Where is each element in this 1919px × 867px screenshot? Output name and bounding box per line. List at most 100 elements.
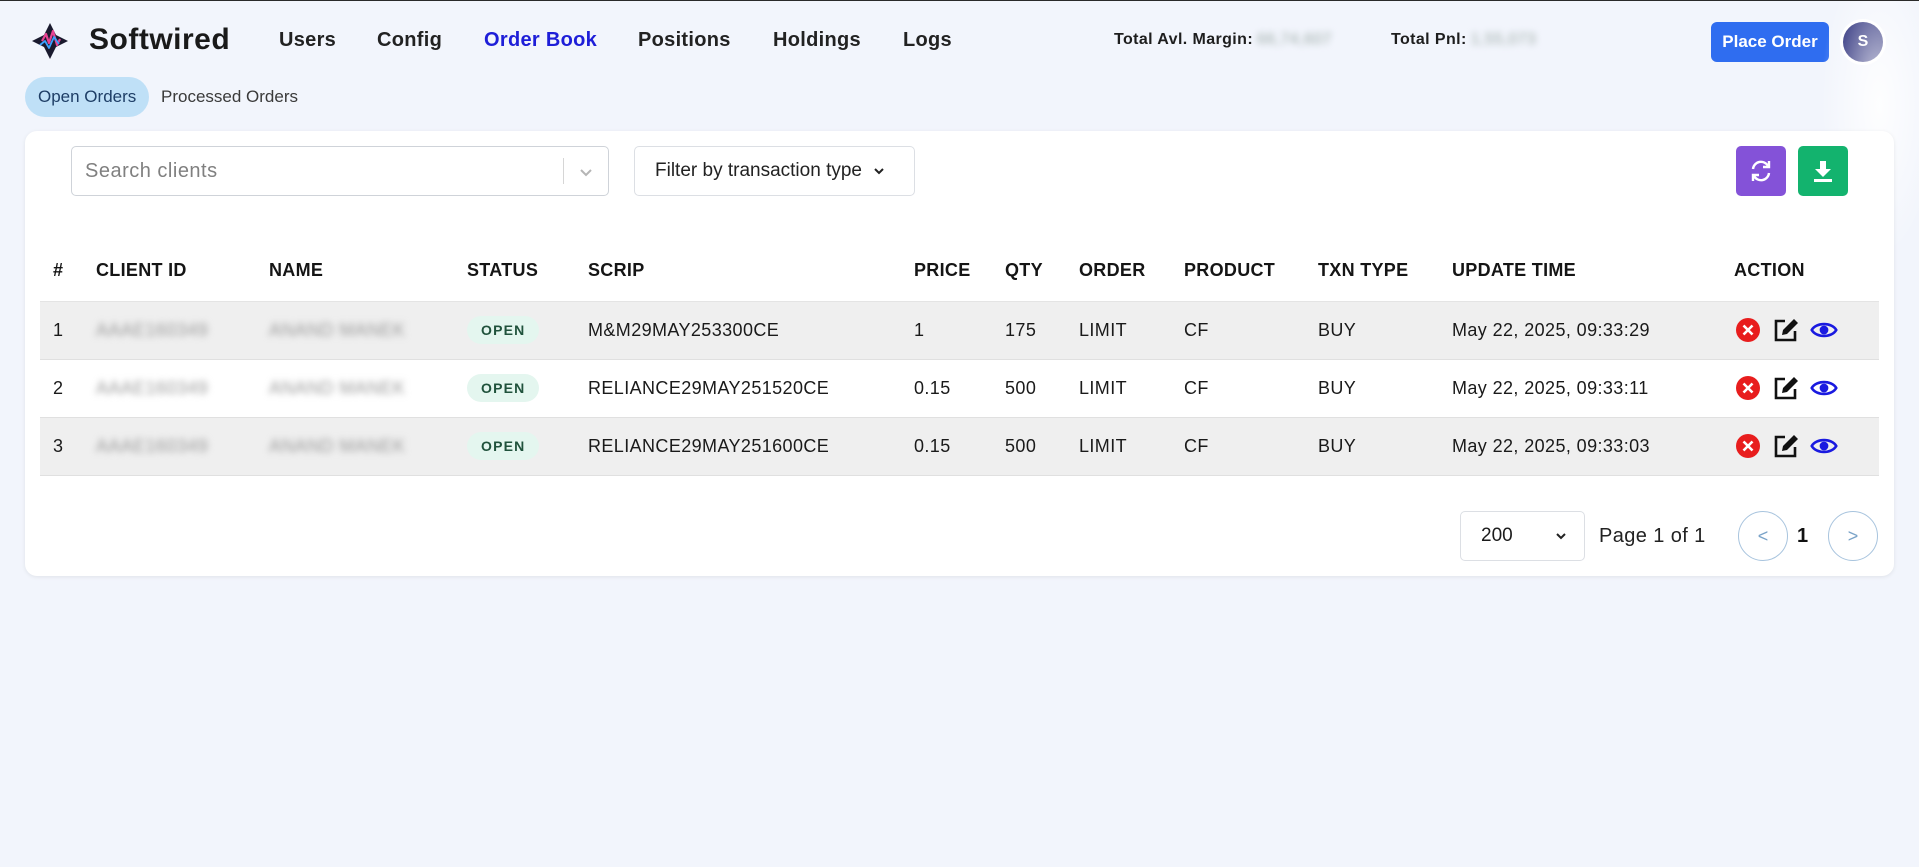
client-id-text: AAAE160349	[96, 377, 209, 398]
current-page-number[interactable]: 1	[1797, 525, 1808, 548]
cell-name: ANAND MANEK	[256, 301, 454, 360]
col-header-qty: QTY	[992, 241, 1066, 302]
cell-action	[1721, 359, 1879, 418]
cancel-order-button[interactable]	[1734, 432, 1762, 460]
total-pnl-metric: Total Pnl: 1,55,073	[1391, 31, 1536, 49]
view-order-button[interactable]	[1810, 432, 1838, 460]
col-header-client-id: CLIENT ID	[83, 241, 256, 302]
cell-txn-type: BUY	[1305, 359, 1439, 418]
view-order-button[interactable]	[1810, 316, 1838, 344]
cancel-order-button[interactable]	[1734, 316, 1762, 344]
filter-label: Filter by transaction type	[655, 160, 862, 181]
top-navbar: Softwired Users Config Order Book Positi…	[0, 1, 1919, 81]
user-avatar[interactable]: S	[1843, 22, 1883, 62]
status-badge: OPEN	[467, 374, 540, 402]
place-order-button[interactable]: Place Order	[1711, 22, 1829, 62]
nav-order-book[interactable]: Order Book	[484, 29, 597, 52]
cancel-icon	[1736, 434, 1760, 458]
cell-order: LIMIT	[1066, 301, 1171, 360]
status-badge: OPEN	[467, 432, 540, 460]
cell-txn-type: BUY	[1305, 301, 1439, 360]
cell-client-id: AAAE160349	[83, 417, 256, 476]
cell-price: 1	[901, 301, 992, 360]
cell-num: 2	[40, 359, 83, 418]
chevron-down-icon[interactable]	[576, 162, 596, 182]
cell-client-id: AAAE160349	[83, 359, 256, 418]
client-id-text: AAAE160349	[96, 319, 209, 340]
edit-icon	[1774, 319, 1798, 342]
nav-positions[interactable]: Positions	[638, 29, 731, 52]
total-pnl-value: 1,55,073	[1470, 31, 1537, 48]
nav-config[interactable]: Config	[377, 29, 442, 52]
cell-update-time: May 22, 2025, 09:33:29	[1439, 301, 1721, 360]
cell-txn-type: BUY	[1305, 417, 1439, 476]
client-name-text: ANAND MANEK	[269, 319, 406, 340]
cell-product: CF	[1171, 301, 1305, 360]
col-header-order: ORDER	[1066, 241, 1171, 302]
cancel-icon	[1736, 376, 1760, 400]
view-icon	[1810, 322, 1838, 338]
page-size-value: 200	[1481, 525, 1513, 546]
edit-order-button[interactable]	[1772, 316, 1800, 344]
cell-action	[1721, 301, 1879, 360]
cell-product: CF	[1171, 359, 1305, 418]
nav-holdings[interactable]: Holdings	[773, 29, 861, 52]
col-header-status: STATUS	[454, 241, 575, 302]
tab-open-orders[interactable]: Open Orders	[25, 77, 150, 117]
cell-qty: 500	[992, 359, 1066, 418]
total-pnl-label: Total Pnl:	[1391, 31, 1467, 48]
cancel-icon	[1736, 318, 1760, 342]
cell-price: 0.15	[901, 417, 992, 476]
page-size-select[interactable]: 200	[1460, 511, 1585, 561]
edit-icon	[1774, 435, 1798, 458]
cell-name: ANAND MANEK	[256, 359, 454, 418]
tab-processed-orders[interactable]: Processed Orders	[148, 77, 311, 117]
status-badge: OPEN	[467, 316, 540, 344]
download-button[interactable]	[1798, 146, 1848, 196]
total-margin-label: Total Avl. Margin:	[1114, 31, 1254, 48]
client-name-text: ANAND MANEK	[269, 435, 406, 456]
edit-icon	[1774, 377, 1798, 400]
col-header-action: ACTION	[1721, 241, 1879, 302]
nav-logs[interactable]: Logs	[903, 29, 952, 52]
col-header-txn-type: TXN TYPE	[1305, 241, 1439, 302]
total-margin-metric: Total Avl. Margin: 66,74,607	[1114, 31, 1332, 49]
edit-order-button[interactable]	[1772, 374, 1800, 402]
table-header-row: # CLIENT ID NAME STATUS SCRIP PRICE QTY …	[40, 241, 1879, 302]
next-page-button[interactable]: >	[1828, 511, 1878, 561]
cell-num: 3	[40, 417, 83, 476]
table-row: 3 AAAE160349 ANAND MANEK OPEN RELIANCE29…	[40, 417, 1879, 476]
orders-card: Filter by transaction type # CLIENT ID N…	[25, 131, 1894, 576]
prev-page-button[interactable]: <	[1738, 511, 1788, 561]
cell-status: OPEN	[454, 359, 575, 418]
chevron-down-icon	[1556, 533, 1566, 540]
col-header-name: NAME	[256, 241, 454, 302]
client-name-text: ANAND MANEK	[269, 377, 406, 398]
cell-client-id: AAAE160349	[83, 301, 256, 360]
col-header-num: #	[40, 241, 83, 302]
cell-qty: 175	[992, 301, 1066, 360]
orders-table: # CLIENT ID NAME STATUS SCRIP PRICE QTY …	[40, 241, 1879, 476]
refresh-icon	[1751, 160, 1771, 182]
cell-status: OPEN	[454, 417, 575, 476]
view-icon	[1810, 438, 1838, 454]
nav-users[interactable]: Users	[279, 29, 336, 52]
cancel-order-button[interactable]	[1734, 374, 1762, 402]
cell-qty: 500	[992, 417, 1066, 476]
search-input[interactable]	[72, 147, 562, 195]
cell-product: CF	[1171, 417, 1305, 476]
filter-transaction-type-dropdown[interactable]: Filter by transaction type	[634, 146, 915, 196]
cell-price: 0.15	[901, 359, 992, 418]
view-order-button[interactable]	[1810, 374, 1838, 402]
cell-update-time: May 22, 2025, 09:33:03	[1439, 417, 1721, 476]
cell-num: 1	[40, 301, 83, 360]
cell-update-time: May 22, 2025, 09:33:11	[1439, 359, 1721, 418]
cell-order: LIMIT	[1066, 359, 1171, 418]
col-header-price: PRICE	[901, 241, 992, 302]
page-info-text: Page 1 of 1	[1599, 525, 1706, 547]
search-clients-select[interactable]	[71, 146, 609, 196]
refresh-button[interactable]	[1736, 146, 1786, 196]
col-header-update-time: UPDATE TIME	[1439, 241, 1721, 302]
view-icon	[1810, 380, 1838, 396]
edit-order-button[interactable]	[1772, 432, 1800, 460]
